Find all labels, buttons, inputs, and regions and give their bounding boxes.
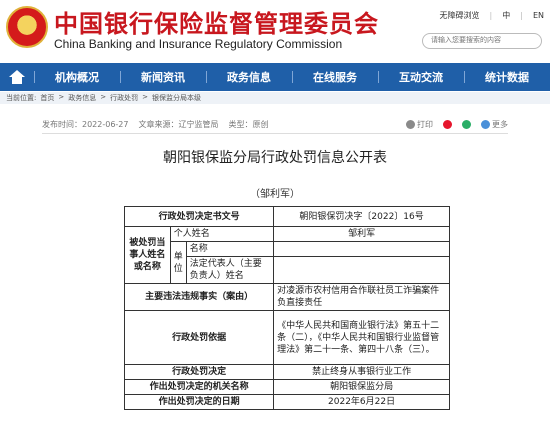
- table-cell-value: [273, 256, 450, 284]
- accessibility-link[interactable]: 无障碍浏览: [440, 10, 480, 21]
- table-cell-label: 行政处罚决定: [123, 364, 275, 380]
- nav-item-statistics[interactable]: 统计数据: [464, 69, 550, 85]
- breadcrumb-gov-info[interactable]: 政务信息: [68, 93, 96, 103]
- table-cell-value: 朝阳银保罚决字〔2022〕16号: [273, 206, 450, 227]
- table-row: 行政处罚决定 禁止终身从事银行业工作: [123, 364, 450, 380]
- page-subtitle: （邹利军）: [250, 189, 300, 200]
- publish-date: 发布时间：2022-06-27: [42, 119, 129, 129]
- search-input[interactable]: [431, 36, 533, 44]
- main-nav: 机构概况 新闻资讯 政务信息 在线服务 互动交流 统计数据: [0, 63, 550, 91]
- table-cell-value: 《中华人民共和国商业银行法》第五十二条（二），《中华人民共和国银行业监督管理法》…: [273, 310, 450, 365]
- table-cell-label: 单位: [169, 241, 187, 284]
- weibo-icon: [443, 119, 452, 129]
- top-links: 无障碍浏览 | 中 | EN: [440, 10, 544, 21]
- national-emblem-icon: ★: [6, 6, 48, 48]
- table-cell-label: 行政处罚决定书文号: [123, 206, 275, 227]
- table-cell-label: 作出处罚决定的日期: [123, 394, 275, 410]
- table-row: 被处罚当事人姓名或名称 个人姓名 邹利军: [124, 226, 450, 284]
- table-row: 行政处罚依据 《中华人民共和国商业银行法》第五十二条（二），《中华人民共和国银行…: [123, 310, 450, 365]
- article-type: 类型：原创: [228, 119, 269, 129]
- divider: |: [520, 11, 523, 20]
- home-icon: [9, 70, 25, 84]
- divider: |: [489, 11, 493, 20]
- table-cell-label: 名称: [185, 241, 275, 257]
- table-cell-label: 被处罚当事人姓名或名称: [124, 226, 171, 284]
- nav-item-gov-info[interactable]: 政务信息: [206, 69, 292, 85]
- weibo-share-button[interactable]: [443, 119, 452, 129]
- breadcrumb-branch[interactable]: 银保监分局本级: [152, 93, 201, 103]
- nav-item-about[interactable]: 机构概况: [34, 69, 120, 85]
- nav-home-button[interactable]: [0, 70, 34, 84]
- nav-item-interaction[interactable]: 互动交流: [378, 69, 464, 85]
- table-cell-value: [273, 241, 450, 257]
- table-cell-value: 禁止终身从事银行业工作: [273, 364, 450, 380]
- more-share-button[interactable]: 更多: [481, 119, 508, 130]
- breadcrumb-prefix: 当前位置:: [6, 94, 37, 102]
- table-row: 作出处罚决定的机关名称 朝阳银保监分局: [123, 379, 450, 395]
- article-source: 文章来源：辽宁监管局: [138, 119, 219, 129]
- breadcrumb: 当前位置: 首页 > 政务信息 > 行政处罚 > 银保监分局本级: [0, 92, 550, 104]
- share-more-icon: [481, 119, 490, 129]
- breadcrumb-home[interactable]: 首页: [40, 93, 54, 103]
- lang-cn-link[interactable]: 中: [502, 10, 510, 21]
- breadcrumb-sep: >: [100, 93, 107, 101]
- divider: [42, 133, 508, 134]
- wechat-icon: [462, 119, 471, 129]
- table-cell-value: 对凌源市农村信用合作联社员工诈骗案件负直接责任: [273, 283, 450, 311]
- table-cell-label: 行政处罚依据: [123, 310, 275, 365]
- penalty-info-table: 行政处罚决定书文号 朝阳银保罚决字〔2022〕16号 被处罚当事人姓名或名称 个…: [123, 206, 450, 410]
- breadcrumb-penalty[interactable]: 行政处罚: [110, 93, 138, 103]
- breadcrumb-sep: >: [58, 93, 65, 101]
- more-label: 更多: [492, 119, 508, 129]
- site-header: ★ 中国银行保险监督管理委员会 China Banking and Insura…: [0, 0, 550, 62]
- site-title-en: China Banking and Insurance Regulatory C…: [54, 37, 343, 51]
- page-title: 朝阳银保监分局行政处罚信息公开表: [163, 150, 387, 166]
- table-cell-value: 2022年6月22日: [273, 394, 450, 410]
- table-cell-value: 朝阳银保监分局: [273, 379, 450, 395]
- table-row: 作出处罚决定的日期 2022年6月22日: [123, 394, 450, 410]
- printer-icon: [406, 119, 415, 129]
- table-row: 主要违法违规事实（案由） 对凌源市农村信用合作联社员工诈骗案件负直接责任: [123, 283, 450, 311]
- search-box[interactable]: [422, 33, 542, 49]
- site-title-cn[interactable]: 中国银行保险监督管理委员会: [54, 4, 379, 39]
- table-row: 单位 名称: [125, 241, 450, 284]
- nav-item-news[interactable]: 新闻资讯: [120, 69, 206, 85]
- table-cell-value: 邹利军: [273, 226, 450, 242]
- nav-item-online-service[interactable]: 在线服务: [292, 69, 378, 85]
- lang-en-link[interactable]: EN: [533, 11, 544, 20]
- article-meta: 发布时间：2022-06-27 文章来源：辽宁监管局 类型：原创 打印 更多: [42, 116, 508, 132]
- print-label: 打印: [417, 119, 433, 129]
- table-cell-label: 个人姓名: [169, 226, 275, 242]
- wechat-share-button[interactable]: [462, 119, 471, 129]
- breadcrumb-sep: >: [142, 93, 148, 101]
- print-button[interactable]: 打印: [406, 119, 433, 130]
- table-cell-label: 法定代表人（主要负责人）姓名: [185, 256, 275, 284]
- table-row: 行政处罚决定书文号 朝阳银保罚决字〔2022〕16号: [123, 206, 450, 227]
- table-cell-label: 主要违法违规事实（案由）: [123, 283, 275, 311]
- table-cell-label: 作出处罚决定的机关名称: [123, 379, 275, 395]
